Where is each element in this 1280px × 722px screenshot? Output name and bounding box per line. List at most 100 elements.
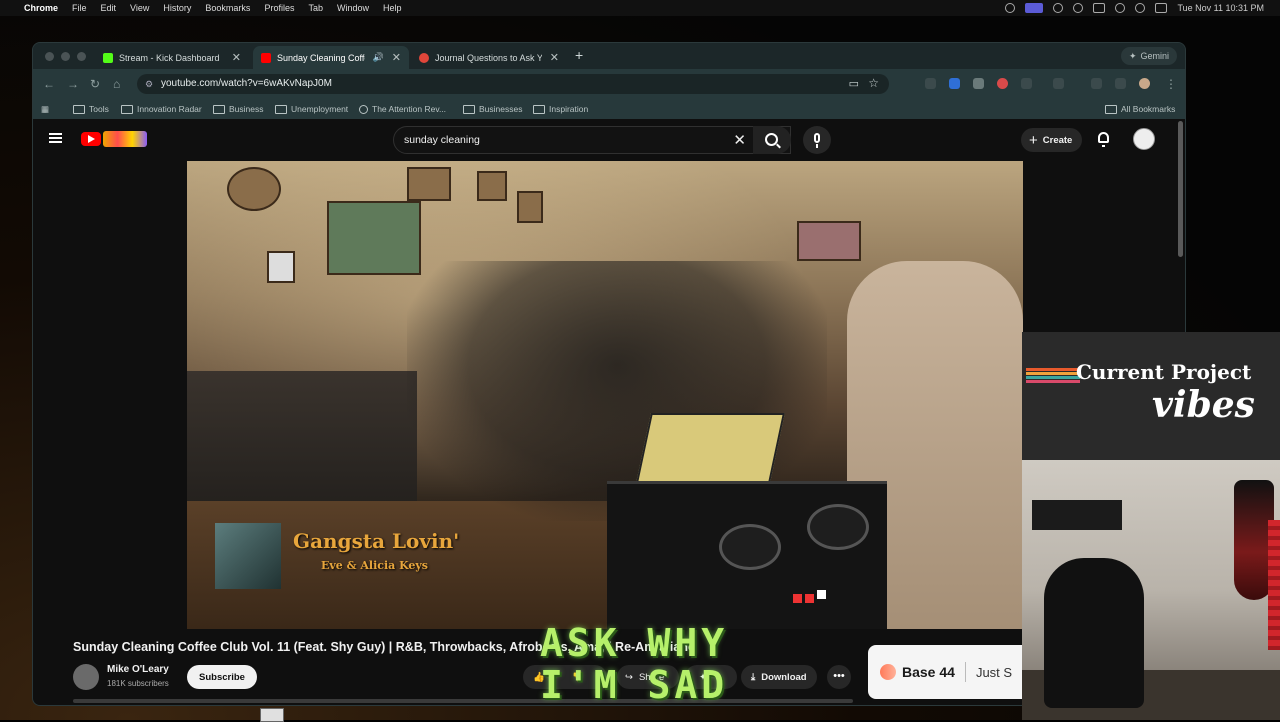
wall-art <box>797 221 861 261</box>
extension-blue-icon[interactable] <box>949 78 960 89</box>
menu-bookmarks[interactable]: Bookmarks <box>205 3 250 13</box>
account-avatar[interactable] <box>1133 128 1155 150</box>
address-bar[interactable]: ⚙ youtube.com/watch?v=6wAKvNapJ0M ▭ ☆ <box>137 74 889 94</box>
chrome-menu-icon[interactable]: ⋮ <box>1165 77 1177 91</box>
bookmark-business[interactable]: Business <box>213 104 264 114</box>
stripe <box>1026 380 1080 383</box>
folder-icon <box>275 104 287 114</box>
bookmark-unemployment[interactable]: Unemployment <box>275 104 348 114</box>
menu-history[interactable]: History <box>163 3 191 13</box>
wifi-icon[interactable] <box>1115 3 1126 13</box>
dj-controller <box>607 481 887 629</box>
status-icon-2[interactable] <box>1053 3 1064 13</box>
media-controls-icon[interactable] <box>1115 78 1126 89</box>
browser-toolbar: ← → ↻ ⌂ ⚙ youtube.com/watch?v=6wAKvNapJ0… <box>33 69 1185 99</box>
project-title: Current Project <box>1076 360 1252 384</box>
home-icon[interactable]: ⌂ <box>113 77 120 91</box>
status-icon-1[interactable] <box>1005 3 1016 13</box>
bookmark-star-icon[interactable]: ☆ <box>868 76 879 90</box>
speaker-icon[interactable]: 🔊 <box>373 52 384 63</box>
notifications-bell-icon[interactable] <box>1098 132 1109 147</box>
extensions-menu-icon[interactable] <box>1021 78 1032 89</box>
search-icon[interactable] <box>1135 3 1146 13</box>
sponsored-ad-card[interactable]: Base 44 Just S <box>868 645 1028 699</box>
menu-tab[interactable]: Tab <box>308 3 323 13</box>
folder-icon <box>73 104 85 114</box>
menu-help[interactable]: Help <box>383 3 402 13</box>
video-player[interactable]: Gangsta Lovin' Eve & Alicia Keys <box>187 161 1023 629</box>
caption-line-1: ASK WHY <box>540 621 729 665</box>
menubar-datetime[interactable]: Tue Nov 11 10:31 PM <box>1177 3 1264 13</box>
tab-strip: Stream - Kick Dashboard ✕ Sunday Cleanin… <box>33 43 1185 69</box>
site-info-icon[interactable]: ⚙ <box>145 79 153 90</box>
tab-close-icon[interactable]: ✕ <box>392 51 401 64</box>
download-label: Download <box>761 671 807 683</box>
download-button[interactable]: ⤓ Download <box>741 665 817 689</box>
more-actions-button[interactable]: ••• <box>827 665 851 689</box>
download-arrow-icon: ⤓ <box>751 671 756 683</box>
base44-logo-icon <box>880 664 896 680</box>
bookmark-label: Tools <box>89 104 109 114</box>
status-icon-3[interactable] <box>1073 3 1084 13</box>
tab-kick-dashboard[interactable]: Stream - Kick Dashboard ✕ <box>95 46 249 69</box>
tab-youtube-video[interactable]: Sunday Cleaning Coffee C 🔊 ✕ <box>253 46 409 69</box>
minimize-window-button[interactable] <box>61 52 70 61</box>
page-scrollbar[interactable] <box>1178 121 1183 257</box>
subscribe-button[interactable]: Subscribe <box>187 665 257 689</box>
search-query-text[interactable]: sunday cleaning <box>404 134 480 146</box>
create-button[interactable]: + Create <box>1021 128 1083 152</box>
tab-label: Stream - Kick Dashboard <box>119 52 220 63</box>
caption-line-2: I'M SAD <box>540 663 729 707</box>
tab-close-icon[interactable]: ✕ <box>550 51 559 64</box>
control-center-icon[interactable] <box>1155 3 1168 13</box>
wall-frame <box>267 251 295 283</box>
channel-name[interactable]: Mike O'Leary <box>107 664 169 675</box>
bookmark-businesses[interactable]: Businesses <box>463 104 522 114</box>
cast-icon[interactable]: ▭ <box>849 77 859 90</box>
tab-close-icon[interactable]: ✕ <box>232 51 241 64</box>
extension-puzzle-icon[interactable] <box>973 78 984 89</box>
download-icon[interactable] <box>1091 78 1102 89</box>
forward-arrow-icon[interactable]: → <box>67 77 79 91</box>
zoom-window-button[interactable] <box>77 52 86 61</box>
tab-journal-questions[interactable]: Journal Questions to Ask You ✕ <box>411 46 567 69</box>
youtube-logo-icon[interactable] <box>81 132 101 146</box>
menu-edit[interactable]: Edit <box>101 3 117 13</box>
url-text[interactable]: youtube.com/watch?v=6wAKvNapJ0M <box>161 78 332 89</box>
chrome-window: Stream - Kick Dashboard ✕ Sunday Cleanin… <box>32 42 1186 706</box>
channel-avatar[interactable] <box>73 664 99 690</box>
reload-icon[interactable]: ↻ <box>90 77 100 91</box>
profile-avatar-icon[interactable] <box>1139 78 1150 89</box>
extension-translate-icon[interactable] <box>925 78 936 89</box>
search-input[interactable]: sunday cleaning ✕ <box>393 126 791 154</box>
hamburger-menu-icon[interactable] <box>49 133 62 143</box>
menu-app-name[interactable]: Chrome <box>24 3 58 13</box>
menu-view[interactable]: View <box>130 3 149 13</box>
gemini-button[interactable]: ✦ Gemini <box>1120 47 1177 65</box>
bookmark-tools[interactable]: Tools <box>73 104 109 114</box>
bookmark-attention-rev[interactable]: The Attention Rev... <box>359 104 446 114</box>
new-tab-button[interactable]: + <box>575 47 583 63</box>
extension-red-icon[interactable] <box>997 78 1008 89</box>
voice-search-mic-icon[interactable] <box>803 126 831 154</box>
all-bookmarks[interactable]: All Bookmarks <box>1105 104 1175 114</box>
close-window-button[interactable] <box>45 52 54 61</box>
search-button[interactable] <box>753 126 791 154</box>
apps-grid-icon[interactable]: ▦ <box>41 104 49 115</box>
screen-record-icon[interactable] <box>1025 3 1044 13</box>
wall-art <box>407 167 451 201</box>
coffee-counter <box>187 371 417 511</box>
bookmark-label: All Bookmarks <box>1121 104 1176 114</box>
wall-art <box>517 191 543 223</box>
office-chair <box>1044 558 1144 708</box>
bookmark-innovation-radar[interactable]: Innovation Radar <box>121 104 202 114</box>
side-panel-icon[interactable] <box>1053 78 1064 89</box>
bookmark-inspiration[interactable]: Inspiration <box>533 104 588 114</box>
clear-search-icon[interactable]: ✕ <box>733 131 746 149</box>
menu-window[interactable]: Window <box>337 3 369 13</box>
menu-file[interactable]: File <box>72 3 87 13</box>
youtube-doodle-logo[interactable] <box>103 131 147 147</box>
back-arrow-icon[interactable]: ← <box>43 77 55 91</box>
battery-icon[interactable] <box>1093 3 1106 13</box>
menu-profiles[interactable]: Profiles <box>264 3 294 13</box>
